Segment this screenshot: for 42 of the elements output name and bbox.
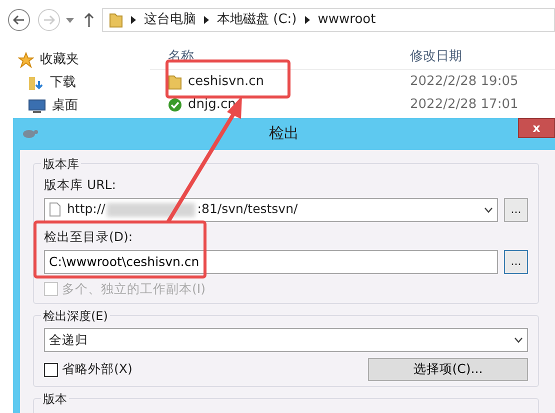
dropdown-icon[interactable] xyxy=(66,18,74,22)
star-icon xyxy=(18,52,34,68)
column-header[interactable]: 修改日期 xyxy=(410,46,462,66)
checkbox-label: 多个、独立的工作副本(I) xyxy=(62,280,206,298)
url-prefix: http:// xyxy=(67,200,106,218)
directory-input[interactable]: C:\wwwroot\ceshisvn.cn xyxy=(44,250,498,274)
file-date: 2022/2/28 17:01 xyxy=(410,96,518,114)
back-button[interactable] xyxy=(7,8,31,32)
browse-button[interactable]: ... xyxy=(504,198,528,222)
sidebar-item[interactable]: 桌面 xyxy=(52,96,78,116)
close-button[interactable]: x xyxy=(518,118,555,138)
url-combobox[interactable]: http:// :81/svn/testsvn/ xyxy=(44,198,498,222)
field-label: 检出至目录(D): xyxy=(44,228,134,246)
dialog-title: 检出 xyxy=(269,122,299,144)
browse-button[interactable]: ... xyxy=(504,250,528,274)
chevron-down-icon xyxy=(484,206,493,213)
sidebar-item[interactable]: 收藏夹 xyxy=(40,50,79,70)
file-name[interactable]: dnjg.cn xyxy=(188,94,236,114)
breadcrumb-item[interactable]: wwwroot xyxy=(318,10,376,30)
check-badge-icon xyxy=(168,98,182,112)
depth-select[interactable]: 全递归 xyxy=(44,328,528,352)
chevron-icon xyxy=(304,16,310,24)
breadcrumb-item[interactable]: 这台电脑 xyxy=(144,10,196,30)
download-folder-icon xyxy=(28,74,44,90)
field-label: 版本库 URL: xyxy=(44,176,117,194)
folder-icon xyxy=(109,12,123,28)
breadcrumb-item[interactable]: 本地磁盘 (C:) xyxy=(217,10,297,30)
file-name[interactable]: ceshisvn.cn xyxy=(188,72,264,92)
up-arrow-icon[interactable] xyxy=(84,13,94,27)
checkbox[interactable] xyxy=(44,362,58,377)
options-button[interactable]: 选择项(C)... xyxy=(368,358,528,382)
chevron-icon xyxy=(204,16,209,24)
folder-icon xyxy=(168,74,182,90)
file-date: 2022/2/28 19:05 xyxy=(410,72,518,91)
chevron-icon xyxy=(131,16,136,24)
monitor-icon xyxy=(28,98,46,112)
address-bar[interactable]: 这台电脑 本地磁盘 (C:) wwwroot xyxy=(102,8,555,32)
file-icon xyxy=(49,202,61,218)
sidebar-item[interactable]: 下载 xyxy=(50,72,76,92)
chevron-down-icon xyxy=(514,337,523,344)
checkbox-label: 省略外部(X) xyxy=(62,360,132,378)
url-suffix: :81/svn/testsvn/ xyxy=(197,200,298,218)
